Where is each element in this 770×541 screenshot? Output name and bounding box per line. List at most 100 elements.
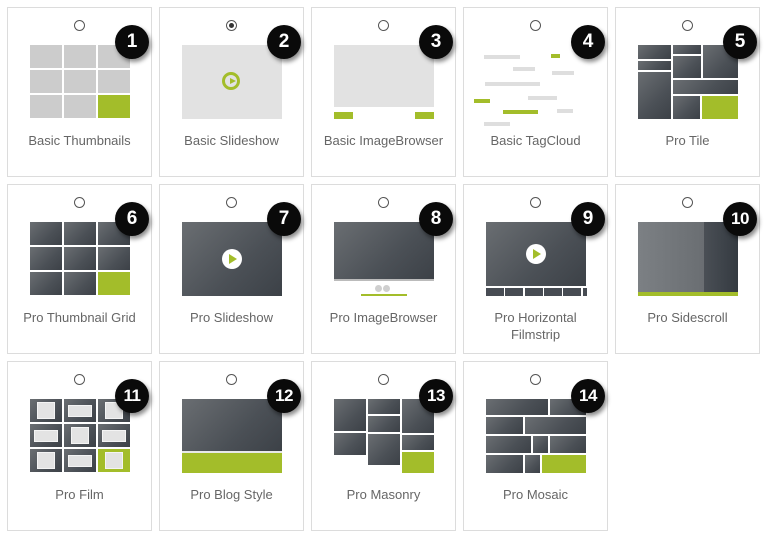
tile xyxy=(673,45,701,54)
tile xyxy=(638,72,671,119)
filmstrip-frame xyxy=(582,288,587,296)
masonry-tile xyxy=(368,399,400,414)
gallery-type-radio[interactable] xyxy=(226,374,237,385)
number-badge: 6 xyxy=(115,202,149,236)
gallery-type-card-basic-imagebrowser[interactable]: 3 Basic ImageBrowser xyxy=(311,7,456,177)
gallery-type-radio[interactable] xyxy=(378,374,389,385)
browser-image xyxy=(334,222,434,279)
post-image-highlight xyxy=(182,453,282,473)
number-badge: 14 xyxy=(571,379,605,413)
gallery-type-label: Basic Slideshow xyxy=(184,133,279,148)
highlight-tile xyxy=(98,95,130,118)
gallery-type-card-pro-slideshow[interactable]: 7 Pro Slideshow xyxy=(159,184,304,354)
photo-print xyxy=(71,427,89,444)
number-badge: 1 xyxy=(115,25,149,59)
gallery-type-card-pro-thumbnail-grid[interactable]: 6 Pro Thumbnail Grid xyxy=(7,184,152,354)
gallery-type-radio[interactable] xyxy=(378,20,389,31)
gallery-type-radio[interactable] xyxy=(226,197,237,208)
highlight-tile xyxy=(98,272,130,295)
pro-film-preview-image[interactable] xyxy=(30,399,130,473)
gallery-type-label: Pro ImageBrowser xyxy=(329,310,438,325)
filmstrip-frame xyxy=(563,288,582,296)
thumbnail-tile xyxy=(30,272,62,295)
gallery-type-card-pro-horizontal-filmstrip[interactable]: 9 Pro Horizontal Filmstrip xyxy=(463,184,608,354)
gallery-type-radio[interactable] xyxy=(682,197,693,208)
gallery-type-radio[interactable] xyxy=(74,374,85,385)
gallery-type-radio[interactable] xyxy=(74,197,85,208)
gallery-type-radio[interactable] xyxy=(226,20,237,31)
nav-dot-icon xyxy=(375,285,382,292)
gallery-type-label: Pro Mosaic xyxy=(502,487,569,502)
pro-mosaic-preview-image[interactable] xyxy=(486,399,586,473)
gallery-type-radio[interactable] xyxy=(378,197,389,208)
gallery-type-radio[interactable] xyxy=(682,20,693,31)
thumbnail-tile xyxy=(30,222,62,245)
basic-tagcloud-preview-image[interactable] xyxy=(474,45,586,126)
slide-image xyxy=(638,222,704,292)
thumbnail-tile xyxy=(30,45,62,68)
pro-masonry-preview-image[interactable] xyxy=(334,399,434,473)
pro-horizontal-filmstrip-preview-image[interactable] xyxy=(486,222,587,296)
gallery-type-label: Pro Blog Style xyxy=(190,487,273,502)
highlight-tile xyxy=(702,96,738,119)
gallery-type-radio[interactable] xyxy=(530,374,541,385)
masonry-tile xyxy=(402,435,434,450)
prev-button-icon xyxy=(334,112,353,119)
pro-tile-preview-image[interactable] xyxy=(638,45,738,119)
mosaic-tile xyxy=(486,417,523,434)
tag-bar xyxy=(513,67,535,71)
gallery-type-label: Pro Slideshow xyxy=(189,310,274,325)
tag-bar xyxy=(552,71,574,75)
tag-bar xyxy=(485,82,540,86)
tag-bar xyxy=(484,55,520,59)
pro-sidescroll-preview-image[interactable] xyxy=(638,222,738,296)
gallery-type-label: Pro Thumbnail Grid xyxy=(23,310,136,325)
gallery-type-card-pro-blog-style[interactable]: 12 Pro Blog Style xyxy=(159,361,304,531)
gallery-type-card-basic-slideshow[interactable]: 2 Basic Slideshow xyxy=(159,7,304,177)
highlight-tile xyxy=(402,452,434,473)
basic-slideshow-preview-image[interactable] xyxy=(182,45,282,119)
pro-thumbnail-grid-preview-image[interactable] xyxy=(30,222,130,296)
mosaic-tile xyxy=(525,417,586,434)
photo-print xyxy=(37,452,55,469)
photo-print xyxy=(68,404,92,417)
scroll-bar xyxy=(638,292,738,296)
masonry-tile xyxy=(334,399,366,431)
mosaic-tile xyxy=(533,436,548,453)
gallery-type-radio[interactable] xyxy=(74,20,85,31)
pro-slideshow-preview-image[interactable] xyxy=(182,222,282,296)
gallery-type-card-pro-imagebrowser[interactable]: 8 Pro ImageBrowser xyxy=(311,184,456,354)
gallery-type-card-pro-sidescroll[interactable]: 10 Pro Sidescroll xyxy=(615,184,760,354)
thumbnail-tile xyxy=(64,45,96,68)
thumbnail-tile xyxy=(30,247,62,270)
gallery-type-radio[interactable] xyxy=(530,20,541,31)
gallery-type-card-basic-tagcloud[interactable]: 4 Basic TagCloud xyxy=(463,7,608,177)
nav-bar xyxy=(361,294,407,296)
next-button-icon xyxy=(415,112,434,119)
number-badge: 5 xyxy=(723,25,757,59)
tag-bar xyxy=(551,54,560,58)
thumbnail-tile xyxy=(64,70,96,93)
pro-imagebrowser-preview-image[interactable] xyxy=(334,222,434,296)
pro-blog-style-preview-image[interactable] xyxy=(182,399,282,473)
gallery-type-label: Basic Thumbnails xyxy=(28,133,131,148)
gallery-type-card-pro-mosaic[interactable]: 14 Pro Mosaic xyxy=(463,361,608,531)
gallery-type-card-pro-tile[interactable]: 5 Pro Tile xyxy=(615,7,760,177)
gallery-type-card-pro-film[interactable]: 11 Pro Film xyxy=(7,361,152,531)
photo-print xyxy=(105,452,123,469)
mosaic-tile xyxy=(486,455,523,473)
gallery-type-label: Pro Masonry xyxy=(346,487,421,502)
gallery-type-radio[interactable] xyxy=(530,197,541,208)
tag-bar xyxy=(503,110,538,114)
number-badge: 2 xyxy=(267,25,301,59)
post-image xyxy=(182,399,282,451)
tile xyxy=(638,61,671,70)
gallery-type-card-pro-masonry[interactable]: 13 Pro Masonry xyxy=(311,361,456,531)
basic-thumbnails-preview-image[interactable] xyxy=(30,45,130,119)
tile xyxy=(673,56,701,78)
tag-bar xyxy=(557,109,573,113)
masonry-tile xyxy=(368,434,400,465)
gallery-type-card-basic-thumbnails[interactable]: 1 Basic Thumbnails xyxy=(7,7,152,177)
gallery-type-label: Pro Tile xyxy=(665,133,710,148)
basic-imagebrowser-preview-image[interactable] xyxy=(334,45,434,119)
